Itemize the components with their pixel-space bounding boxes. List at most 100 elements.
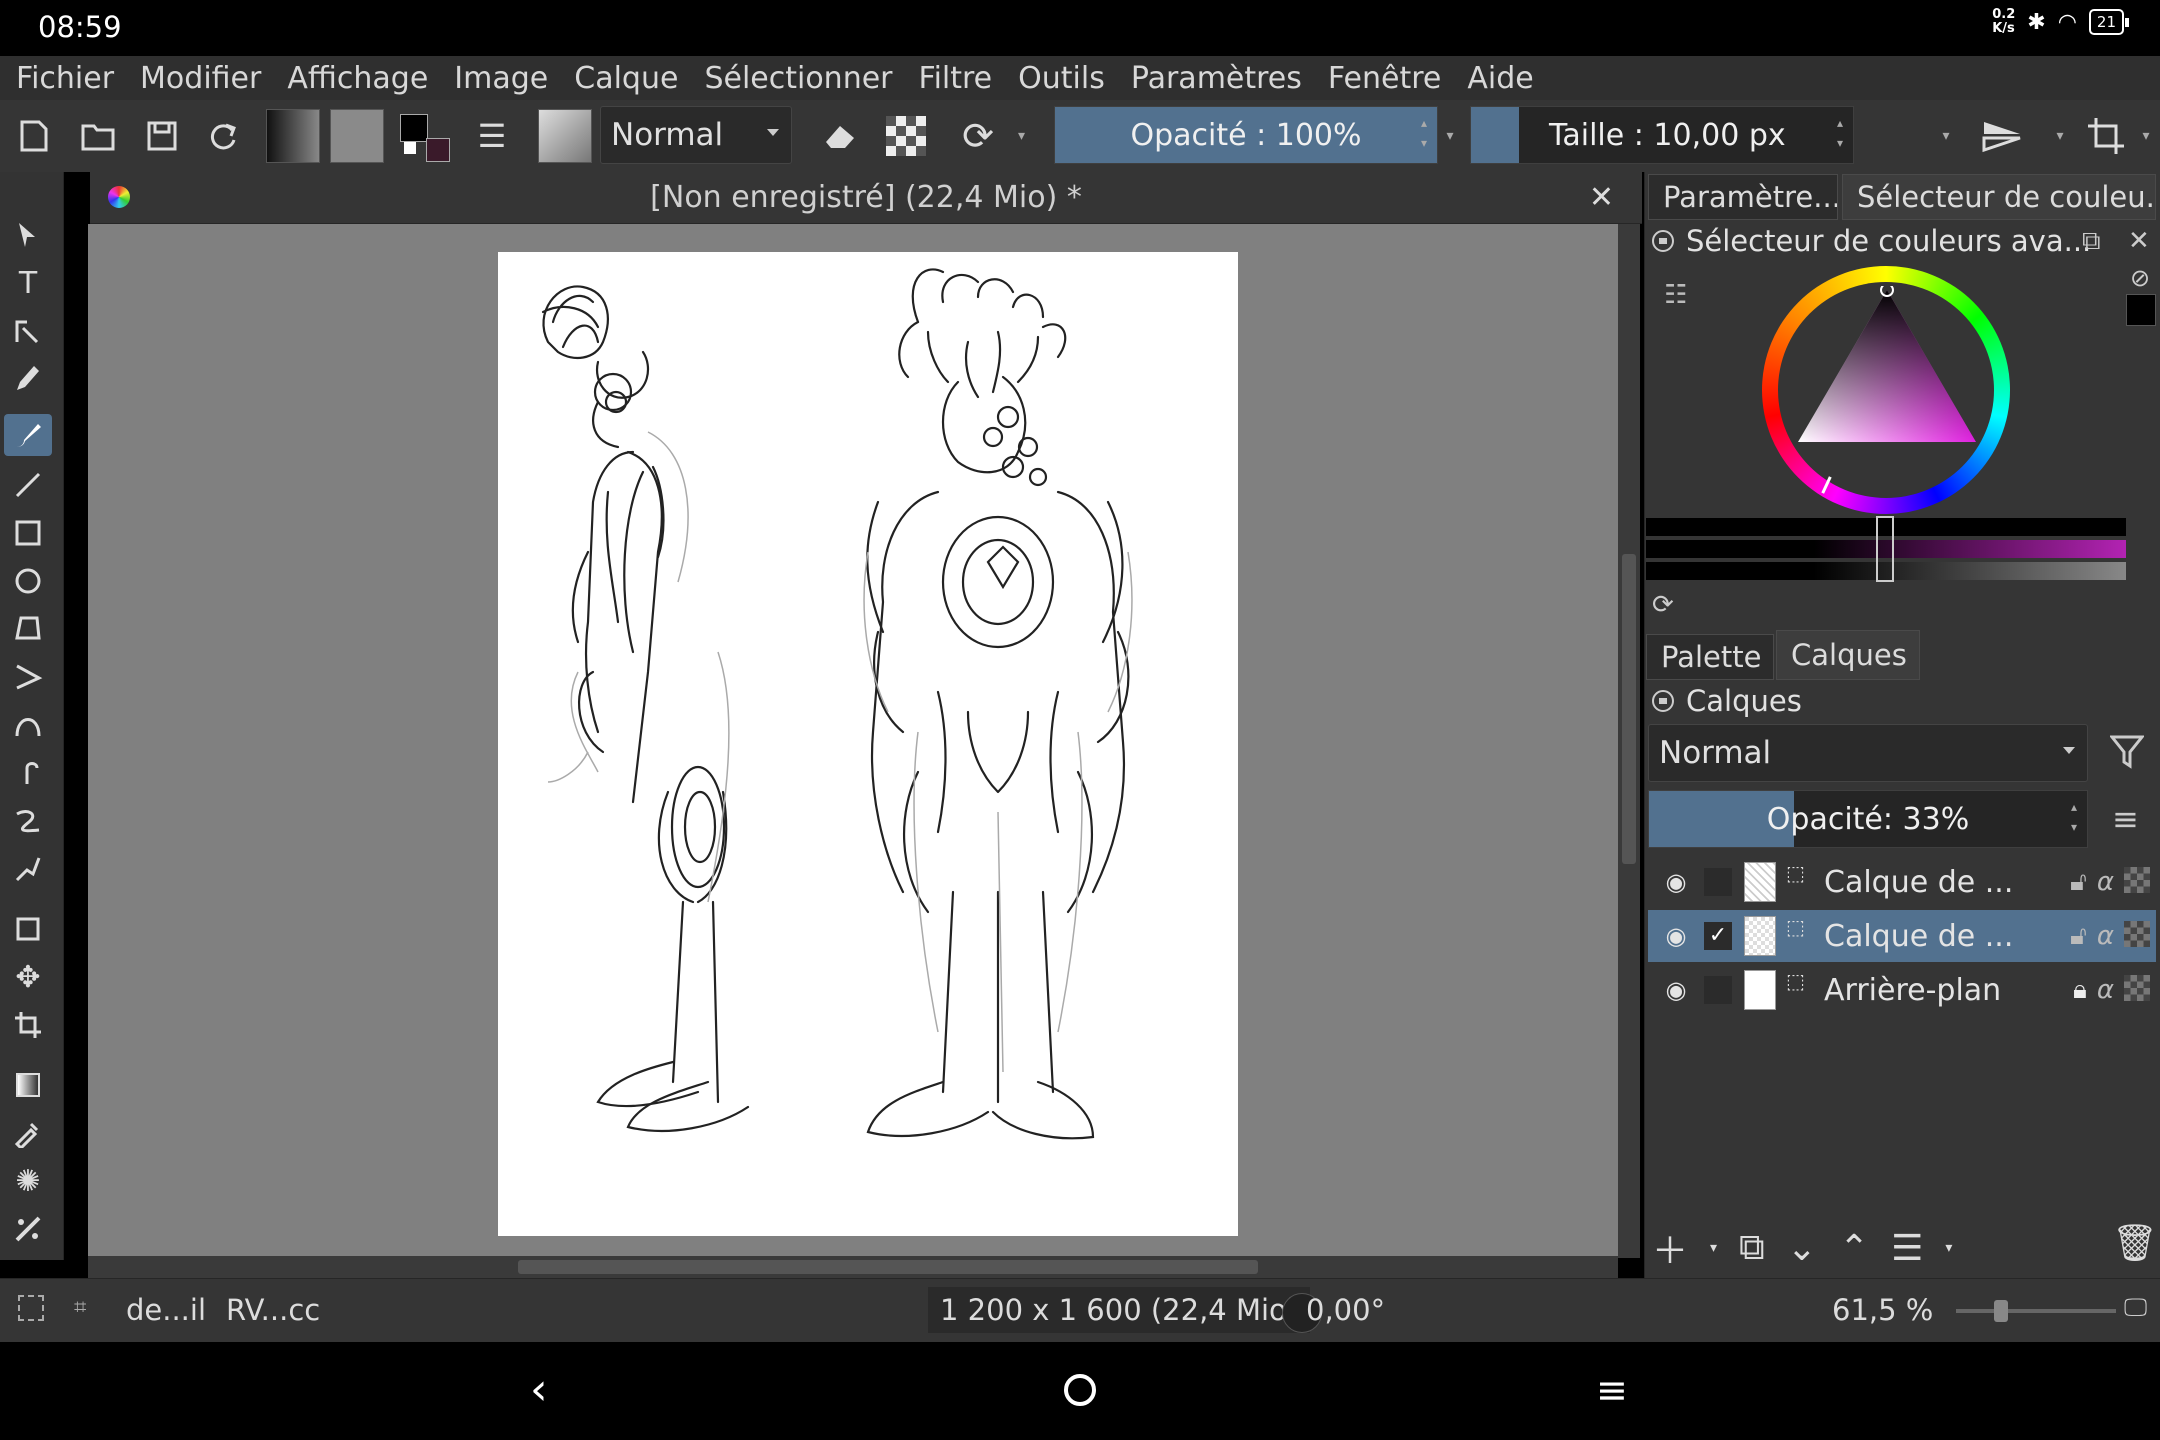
layer-row[interactable]: ◉ ⬚ Calque de ... 🔓︎ α [1648,856,2156,908]
dock-lock-icon[interactable] [1652,230,1674,252]
drawing-canvas[interactable] [498,252,1238,1236]
duplicate-layer-icon[interactable]: ⧉ [1739,1227,1765,1269]
layer-opacity-spin-icon[interactable]: ▴ ▾ [2071,797,2083,837]
size-slider[interactable]: Taille : 10,00 px ▴ ▾ [1470,106,1854,164]
mirror-h-dropdown-icon[interactable]: ▾ [1942,128,1949,144]
inherit-alpha-icon[interactable] [2124,974,2150,1001]
alpha-icon[interactable]: α [2097,921,2114,952]
tab-palette[interactable]: Palette [1646,634,1774,680]
layer-lock-icon[interactable]: 🔓︎ [2070,867,2087,898]
ellipse-tool-icon[interactable] [4,560,52,602]
color-selector-settings-icon[interactable]: ☷ [1664,280,1687,310]
tab-color-selector[interactable]: Sélecteur de couleu... [1842,174,2156,220]
clear-color-icon[interactable]: ⊘ [2130,264,2150,292]
home-icon[interactable] [1064,1374,1096,1406]
multibrush-icon[interactable] [4,848,52,890]
vertical-scroll-thumb[interactable] [1622,554,1636,864]
menu-fichier[interactable]: Fichier [16,61,114,96]
menu-modifier[interactable]: Modifier [140,61,261,96]
filter-icon[interactable] [2108,734,2146,778]
menu-selectionner[interactable]: Sélectionner [704,61,892,96]
reload-dropdown-icon[interactable]: ▾ [1018,128,1025,144]
image-size[interactable]: 1 200 x 1 600 (22,4 Mio) [928,1287,1311,1333]
layer-row-selected[interactable]: ◉ ✓ ⬚ Calque de ... 🔓︎ α [1648,910,2156,962]
recents-menu-icon[interactable]: ≡ [1596,1368,1628,1412]
move-layer-up-icon[interactable]: ⌃ [1839,1228,1869,1269]
layer-properties-dropdown-icon[interactable]: ▾ [1945,1240,1952,1256]
layer-opacity-slider[interactable]: Opacité: 33% ▴ ▾ [1648,790,2088,848]
mirror-v-dropdown-icon[interactable]: ▾ [2056,128,2063,144]
layer-row[interactable]: ◉ ⬚ Arrière-plan 🔒︎ α [1648,964,2156,1016]
horizontal-scroll-thumb[interactable] [518,1260,1258,1274]
bezier-tool-icon[interactable] [4,704,52,746]
freehand-brush-icon[interactable] [4,414,52,456]
horizontal-scrollbar[interactable] [88,1256,1618,1278]
alpha-icon[interactable]: α [2097,867,2114,898]
wrap-around-icon[interactable] [2084,114,2128,158]
freehand-path-icon[interactable] [4,752,52,794]
gradient-tool-icon[interactable] [4,1064,52,1106]
menu-image[interactable]: Image [454,61,548,96]
zoom-slider-handle[interactable] [1994,1300,2008,1322]
menu-filtre[interactable]: Filtre [919,61,993,96]
layer-blend-mode-select[interactable]: Normal [1648,724,2088,782]
move-tool-icon[interactable]: ✥ [4,956,52,998]
layer-options-menu-icon[interactable]: ≡ [2112,800,2139,838]
reload-preset-icon[interactable]: ⟳ [956,114,1000,158]
alpha-icon[interactable]: α [2097,975,2114,1006]
layers-lock-icon[interactable] [1652,690,1674,712]
back-icon[interactable]: ‹ [530,1364,548,1415]
float-dock-icon[interactable]: ⧉ [2082,226,2101,257]
menu-parametres[interactable]: Paramètres [1131,61,1302,96]
canvas-only-icon[interactable]: 🖵︎ [2124,1293,2147,1321]
open-folder-icon[interactable] [76,114,120,158]
vertical-mirror-icon[interactable] [1980,114,2024,158]
redo-icon[interactable] [202,114,246,158]
visibility-eye-icon[interactable]: ◉ [1648,976,1704,1004]
refresh-colors-icon[interactable]: ⟳ [1652,590,1674,620]
layer-checkbox[interactable] [1704,868,1732,896]
crop-tool-icon[interactable] [4,1004,52,1046]
tab-tool-options[interactable]: Paramètre... [1648,174,1838,220]
color-picker-icon[interactable] [4,1112,52,1154]
move-layer-down-icon[interactable]: ⌄ [1787,1228,1817,1269]
assistant-tool-icon[interactable] [4,1208,52,1250]
line-tool-icon[interactable] [4,464,52,506]
menu-fenetre[interactable]: Fenêtre [1328,61,1441,96]
eraser-icon[interactable] [818,114,862,158]
opacity-slider[interactable]: Opacité : 100% ▴ ▾ [1054,106,1438,164]
dynamic-brush-icon[interactable] [4,800,52,842]
menu-outils[interactable]: Outils [1018,61,1105,96]
menu-affichage[interactable]: Affichage [287,61,428,96]
opacity-spin-icon[interactable]: ▴ ▾ [1421,113,1433,153]
size-dropdown-icon[interactable]: ▾ [1446,128,1453,144]
current-color-swatch[interactable] [2126,294,2156,326]
visibility-eye-icon[interactable]: ◉ [1648,868,1704,896]
menu-calque[interactable]: Calque [574,61,678,96]
inherit-alpha-icon[interactable] [2124,866,2150,893]
rectangle-tool-icon[interactable] [4,512,52,554]
tab-layers[interactable]: Calques [1776,630,1920,680]
layer-lock-icon[interactable]: 🔓︎ [2070,921,2087,952]
layer-checkbox[interactable] [1704,976,1732,1004]
visibility-eye-icon[interactable]: ◉ [1648,922,1704,950]
new-document-icon[interactable] [12,114,56,158]
wrap-dropdown-icon[interactable]: ▾ [2142,128,2149,144]
close-document-icon[interactable]: ✕ [1589,180,1614,215]
transform-tool-icon[interactable] [4,908,52,950]
polyline-tool-icon[interactable] [4,656,52,698]
calligraphy-icon[interactable] [4,358,52,400]
brush-preset-icon[interactable] [538,109,592,163]
edit-shapes-icon[interactable] [4,310,52,352]
layer-locked-icon[interactable]: 🔒︎ [2073,975,2087,1006]
smart-patch-icon[interactable]: ✺ [4,1160,52,1202]
layer-checkbox[interactable]: ✓ [1704,922,1732,950]
close-dock-icon[interactable]: ✕ [2128,226,2150,256]
alpha-lock-icon[interactable] [886,116,926,156]
color-slider-handle[interactable] [1876,516,1894,582]
polygon-tool-icon[interactable] [4,608,52,650]
text-tool-icon[interactable]: T [4,262,52,304]
gradient-icon[interactable] [266,109,320,163]
select-shapes-icon[interactable] [4,214,52,256]
layer-properties-icon[interactable]: ☰ [1891,1228,1923,1269]
